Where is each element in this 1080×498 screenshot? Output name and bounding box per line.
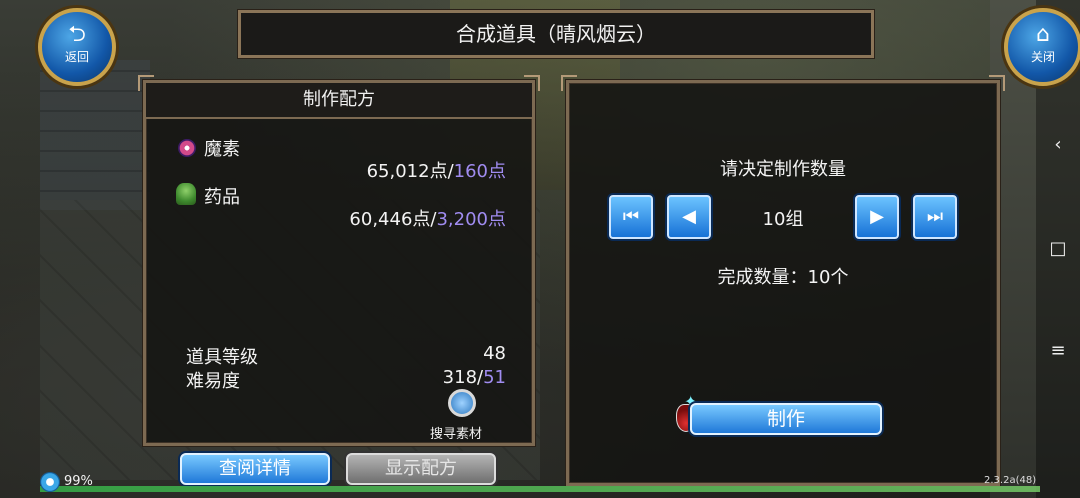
close-button-label: 关闭 [1030, 50, 1055, 64]
view-details-label: 查阅详情 [219, 458, 291, 479]
item-level-value: 48 [483, 343, 506, 364]
orb-icon [178, 139, 196, 157]
recipe-panel-heading: 制作配方 [303, 89, 375, 110]
make-button-label: 制作 [766, 408, 805, 430]
menu-nav-icon[interactable]: ≡ [1036, 340, 1080, 361]
prev-icon: ◀ [682, 206, 696, 227]
material-have-mana: 65,012点/ [366, 161, 454, 182]
version-label: 2.3.2a(48) [984, 475, 1037, 486]
page-title: 合成道具（晴风烟云） [456, 22, 656, 46]
material-amount-mana: 65,012点/160点 [367, 157, 506, 183]
material-name-mana: 魔素 [204, 139, 240, 160]
material-amount-medicine: 60,446点/3,200点 [349, 205, 506, 231]
material-need-medicine: 3,200点 [436, 209, 506, 230]
difficulty-have: 318/ [442, 367, 484, 388]
material-name-medicine: 药品 [204, 187, 240, 208]
skip-last-button[interactable]: ⏭ [913, 195, 957, 239]
previous-button[interactable]: ◀ [667, 195, 711, 239]
quantity-prompt: 请决定制作数量 [720, 159, 846, 180]
difficulty-value: 318/51 [443, 367, 506, 388]
make-button[interactable]: 制作 [690, 403, 882, 435]
show-recipe-label: 显示配方 [385, 458, 457, 479]
quantity-value: 10组 [762, 209, 804, 230]
stone-wall [40, 60, 150, 210]
difficulty-need: 51 [483, 367, 506, 388]
close-button[interactable]: ⌂ 关闭 [1004, 8, 1080, 86]
house-icon: ⌂ [1036, 22, 1050, 47]
title-bar: 合成道具（晴风烟云） [238, 10, 874, 58]
recipe-panel: 制作配方 魔素 65,012点/160点 药品 60,446点/3,200点 道… [138, 75, 540, 446]
back-nav-icon[interactable]: ‹ [1036, 134, 1080, 155]
next-icon: ▶ [870, 206, 884, 227]
magnifier-icon[interactable] [448, 389, 476, 417]
skip-first-icon: ⏮ [622, 206, 640, 227]
home-nav-icon[interactable]: □ [1036, 238, 1080, 259]
skip-last-icon: ⏭ [926, 206, 944, 227]
herb-icon [176, 183, 196, 205]
difficulty-label: 难易度 [186, 371, 240, 392]
material-need-mana: 160点 [453, 161, 506, 182]
item-level-label: 道具等级 [186, 347, 258, 368]
view-details-button[interactable]: 查阅详情 [180, 453, 330, 485]
back-arrow-icon: ⮌ [68, 22, 86, 47]
show-recipe-button[interactable]: 显示配方 [346, 453, 496, 485]
battery-percent: 99% [64, 474, 93, 489]
back-button[interactable]: ⮌ 返回 [38, 8, 116, 86]
recipe-panel-header: 制作配方 [146, 83, 532, 119]
next-button[interactable]: ▶ [855, 195, 899, 239]
completed-quantity: 完成数量：10个 [717, 267, 849, 288]
experience-bar [40, 486, 1040, 492]
search-materials-label[interactable]: 搜寻素材 [430, 423, 482, 442]
skip-first-button[interactable]: ⏮ [609, 195, 653, 239]
back-button-label: 返回 [64, 50, 89, 64]
material-have-medicine: 60,446点/ [349, 209, 437, 230]
status-ring-icon [40, 472, 60, 492]
